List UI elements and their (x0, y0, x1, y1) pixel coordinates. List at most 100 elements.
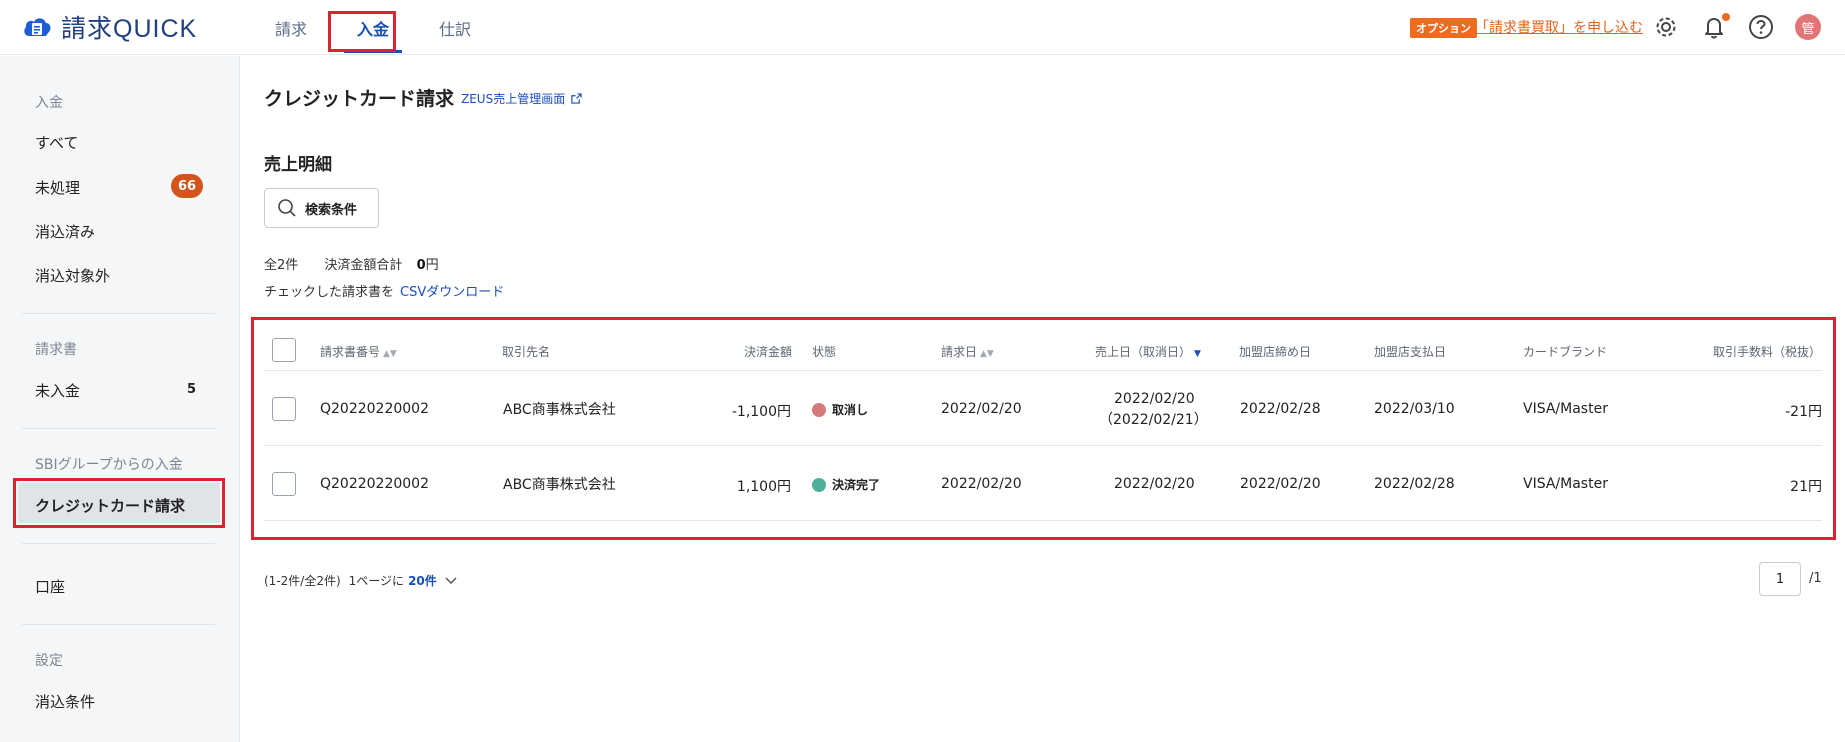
per-page-label: 1ページに (348, 574, 405, 588)
csv-prefix: チェックした請求書を (264, 285, 395, 300)
sidebar-item-clear-conditions[interactable]: 消込条件 (35, 691, 95, 712)
row-checkbox[interactable] (272, 472, 296, 496)
csv-line: チェックした請求書を CSVダウンロード (264, 281, 504, 300)
status-label: 取消し (832, 403, 869, 417)
cell-amount: 1,100円 (736, 479, 791, 495)
sidebar-item-account[interactable]: 口座 (35, 576, 65, 597)
app-logo[interactable]: 請求QUICK (22, 10, 197, 44)
header-merchant-pay: 加盟店支払日 (1374, 345, 1447, 359)
gear-icon[interactable] (1651, 12, 1681, 42)
zeus-admin-link-label: ZEUS売上管理画面 (461, 92, 566, 106)
cell-invoice-date: 2022/02/20 (941, 476, 1022, 492)
summary-amount-value: 0 (416, 258, 426, 273)
header-card-brand: カードブランド (1523, 345, 1608, 359)
page-title: クレジットカード請求 (264, 88, 455, 110)
csv-download-link[interactable]: CSVダウンロード (400, 285, 504, 300)
nav-invoice[interactable]: 請求 (250, 0, 332, 55)
cell-merchant-close: 2022/02/28 (1240, 401, 1321, 417)
cell-amount: -1,100円 (731, 404, 791, 420)
zeus-admin-link[interactable]: ZEUS売上管理画面 (461, 90, 582, 107)
summary-count: 全2件 (264, 258, 299, 273)
header-invoice-no-label: 請求書番号 (320, 345, 381, 359)
sidebar-highlight-box (13, 478, 225, 528)
sidebar-item-unprocessed[interactable]: 未処理 (35, 177, 80, 198)
cell-merchant-pay: 2022/02/28 (1374, 476, 1455, 492)
unpaid-count: 5 (187, 382, 197, 397)
status-label: 決済完了 (832, 478, 881, 492)
sidebar-divider (22, 543, 215, 544)
notification-dot (1722, 13, 1730, 21)
cell-invoice-no[interactable]: Q20220220002 (320, 476, 429, 492)
header-sales-date-label: 売上日（取消日） (1095, 345, 1192, 359)
sidebar-item-all[interactable]: すべて (35, 132, 78, 153)
table-row-divider (264, 520, 1822, 521)
search-conditions-button[interactable]: 検索条件 (264, 188, 379, 228)
status-badge: 決済完了 (812, 476, 880, 493)
sidebar-section-payment: 入金 (35, 95, 63, 111)
sidebar-item-unpaid[interactable]: 未入金 (35, 380, 80, 401)
search-button-label: 検索条件 (305, 202, 358, 218)
header-status: 状態 (812, 345, 837, 359)
pager-range: (1-2件/全2件) (264, 574, 341, 588)
search-icon (278, 199, 296, 217)
chevron-down-icon[interactable] (445, 576, 457, 585)
summary: 全2件 決済金額合計 0円 (264, 254, 439, 273)
cell-sales-date: 2022/02/20 (1114, 476, 1195, 492)
cell-merchant-close: 2022/02/20 (1240, 476, 1321, 492)
help-icon[interactable] (1746, 12, 1776, 42)
app-name: 請求QUICK (61, 15, 198, 43)
cell-invoice-no[interactable]: Q20220220002 (320, 401, 429, 417)
header-merchant-close: 加盟店締め日 (1239, 345, 1312, 359)
invoice-factoring-link[interactable]: 「請求書買取」を申し込む (1475, 17, 1643, 37)
nav-journal[interactable]: 仕訳 (414, 0, 496, 55)
option-badge: オプション (1410, 18, 1477, 38)
status-badge: 取消し (812, 401, 868, 418)
header-invoice-date[interactable]: 請求日 ▲▼ (941, 343, 994, 360)
page-number-input[interactable]: 1 (1759, 562, 1801, 596)
avatar[interactable]: 管 (1795, 14, 1821, 40)
sidebar-divider (22, 428, 215, 429)
cell-client: ABC商事株式会社 (503, 477, 616, 493)
unprocessed-count-badge: 66 (171, 174, 203, 198)
header-invoice-no[interactable]: 請求書番号 ▲▼ (320, 343, 397, 360)
cell-card-brand: VISA/Master (1523, 476, 1608, 492)
sidebar-item-excluded[interactable]: 消込対象外 (35, 265, 110, 286)
summary-amount-unit: 円 (425, 258, 439, 273)
cell-sales-date: 2022/02/20 (1114, 391, 1195, 407)
sort-icon: ▲▼ (383, 349, 397, 359)
sidebar-divider (22, 624, 215, 625)
cell-card-brand: VISA/Master (1523, 401, 1608, 417)
pager-info: (1-2件/全2件) 1ページに 20件 (264, 572, 457, 589)
sidebar-section-invoice: 請求書 (35, 342, 77, 358)
header-fee: 取引手数料（税抜） (1713, 345, 1822, 359)
cell-invoice-date: 2022/02/20 (941, 401, 1022, 417)
top-bar: 請求QUICK 請求 入金 仕訳 オプション 「請求書買取」を申し込む 管 (0, 0, 1845, 55)
status-dot (812, 477, 826, 492)
table-row-divider (264, 445, 1822, 446)
select-all-checkbox[interactable] (272, 338, 296, 362)
summary-amount-label: 決済金額合計 (324, 258, 403, 273)
section-title: 売上明細 (264, 155, 332, 175)
page-total: /1 (1809, 571, 1822, 586)
header-amount: 決済金額 (744, 345, 793, 359)
header-client: 取引先名 (502, 345, 551, 359)
sidebar-section-settings: 設定 (35, 653, 63, 669)
external-link-icon (571, 93, 582, 104)
per-page-select[interactable]: 20件 (408, 572, 437, 589)
cloud-logo-icon (24, 18, 51, 36)
header-invoice-date-label: 請求日 (941, 345, 978, 359)
header-sales-date[interactable]: 売上日（取消日） ▼ (1095, 343, 1201, 360)
sidebar-divider (22, 313, 215, 314)
sidebar-section-sbi: SBIグループからの入金 (35, 457, 183, 473)
sidebar-item-cleared[interactable]: 消込済み (35, 221, 95, 242)
sort-icon: ▲▼ (980, 349, 994, 359)
cell-merchant-pay: 2022/03/10 (1374, 401, 1455, 417)
cell-client: ABC商事株式会社 (503, 402, 616, 418)
table-header-divider (264, 370, 1822, 371)
cell-cancel-date: （2022/02/21） (1099, 412, 1208, 428)
sort-desc-icon: ▼ (1194, 349, 1201, 359)
cell-fee: -21円 (1785, 404, 1822, 420)
row-checkbox[interactable] (272, 397, 296, 421)
nav-highlight-box (328, 11, 396, 52)
status-dot (812, 402, 826, 417)
